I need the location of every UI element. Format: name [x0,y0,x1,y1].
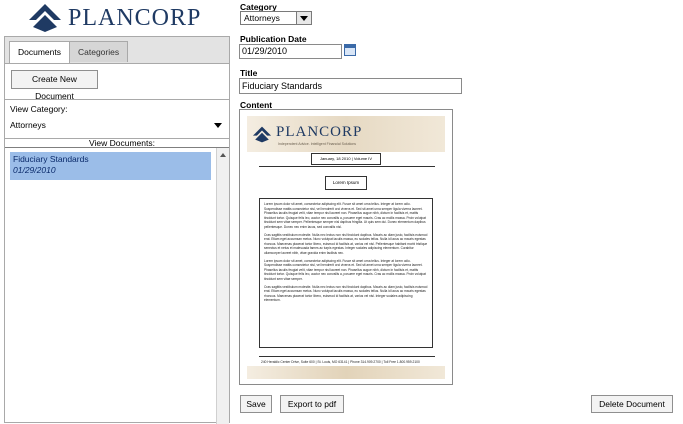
scroll-up-icon[interactable] [220,153,226,157]
publication-date-field[interactable]: 01/29/2010 [239,44,342,59]
newsletter-paragraph: Lorem ipsum dolor sit amet, consectetur … [264,258,426,281]
document-list: Fiduciary Standards 01/29/2010 [5,147,229,424]
title-label: Title [240,68,258,78]
newsletter-paragraph: Cras sagittis vestibulum molestie. Nulla… [264,232,428,255]
plancorp-diamond-icon [29,4,61,32]
newsletter-paragraph: Cras sagittis vestibulum molestie. Nulla… [264,284,428,303]
newsletter-preview: PLANCORP Independent Advice. Intelligent… [247,116,445,379]
view-category-value: Attorneys [10,120,46,130]
newsletter-heading: Lorem Ipsum [325,176,367,190]
newsletter-body: Lorem ipsum dolor sit amet, consectetur … [259,198,433,348]
brand-name: PLANCORP [68,4,202,31]
content-preview-box[interactable]: PLANCORP Independent Advice. Intelligent… [239,109,453,385]
divider [259,356,435,357]
delete-document-button[interactable]: Delete Document [591,395,673,413]
dropdown-arrow-icon[interactable] [296,12,311,24]
calendar-icon[interactable] [344,44,356,56]
chevron-down-icon [214,123,222,128]
newsletter-tagline: Independent Advice. Intelligent Financia… [278,142,357,146]
save-button[interactable]: Save [240,395,272,413]
create-new-document-button[interactable]: Create New Document [11,70,98,101]
export-pdf-button[interactable]: Export to pdf [280,395,344,413]
tab-categories[interactable]: Categories [69,41,129,62]
newsletter-bottom-band [247,366,445,379]
divider [259,166,435,167]
title-field[interactable]: Fiduciary Standards [239,78,462,94]
newsletter-issue: January, 18 2010 | Volume IV [311,153,381,165]
tab-bar: Documents Categories [5,37,229,64]
category-value: Attorneys [244,13,280,23]
document-list-scrollbar[interactable] [216,148,229,424]
plancorp-logo: PLANCORP [28,2,201,34]
newsletter-paragraph: Lorem ipsum dolor sit amet, consectetur … [264,202,426,229]
newsletter-footer: 240 Heraldic Center Drive, Suite 600 | S… [261,360,420,364]
newsletter-brand: PLANCORP [276,124,363,140]
newsletter-header: PLANCORP Independent Advice. Intelligent… [247,116,445,152]
document-title: Fiduciary Standards [13,154,89,164]
category-select[interactable]: Attorneys [240,11,312,25]
tab-documents[interactable]: Documents [9,41,70,63]
plancorp-diamond-icon [252,126,272,143]
document-date: 01/29/2010 [13,165,56,175]
view-category-select[interactable]: Attorneys [10,118,225,133]
list-item[interactable]: Fiduciary Standards 01/29/2010 [10,152,211,180]
document-browser-panel: Documents Categories Create New Document… [4,36,230,424]
view-category-label: View Category: [10,104,68,114]
publication-date-label: Publication Date [240,34,307,44]
view-category-section: View Category: Attorneys [5,99,229,139]
